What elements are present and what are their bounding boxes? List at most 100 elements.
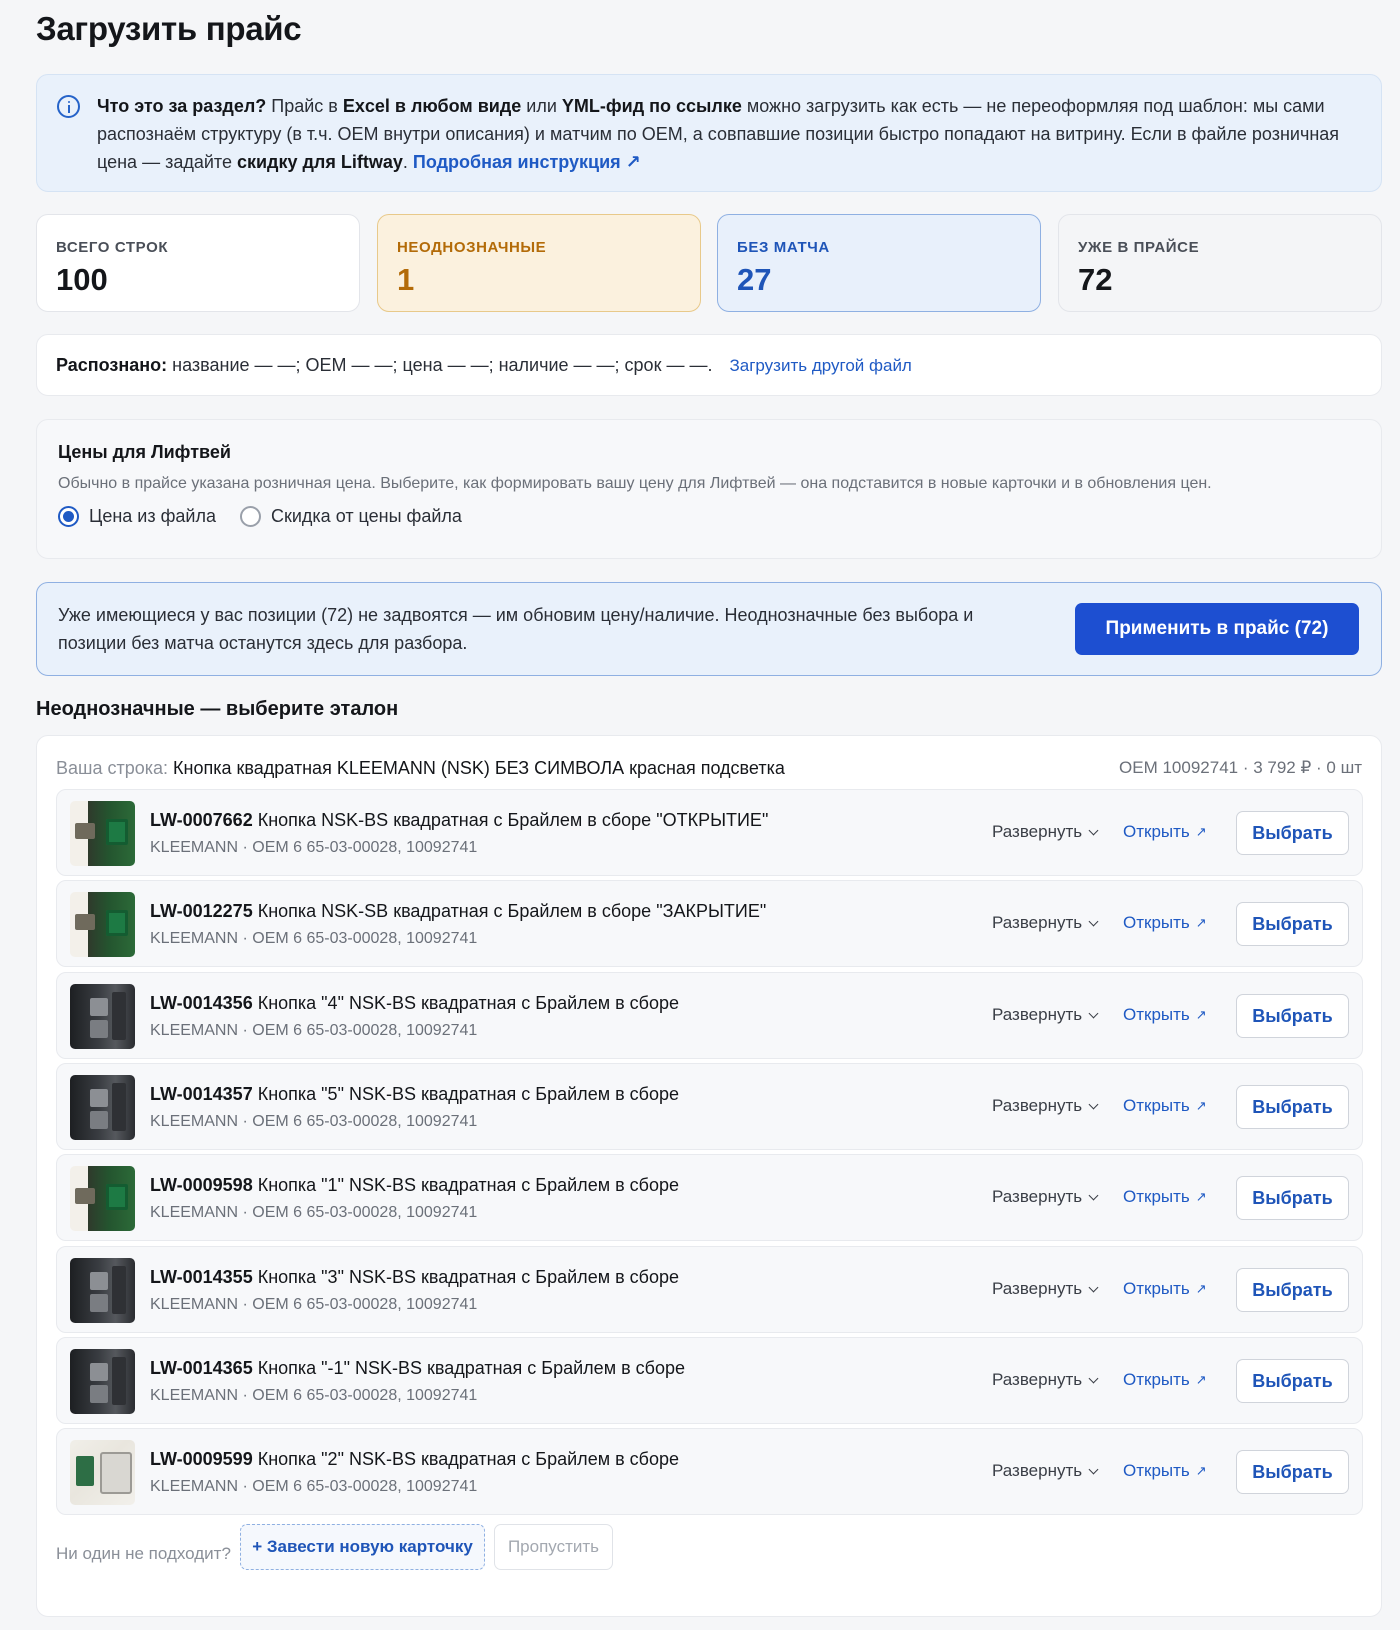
open-link[interactable]: Открыть ↗ [1123, 1187, 1207, 1207]
expand-label: Развернуть [992, 1279, 1083, 1298]
open-link[interactable]: Открыть ↗ [1123, 1096, 1207, 1116]
radio-checked-icon[interactable] [58, 506, 79, 527]
candidate-row: LW-0012275 Кнопка NSK-SB квадратная с Бр… [56, 880, 1363, 967]
expand-label: Развернуть [992, 1096, 1083, 1115]
select-button[interactable]: Выбрать [1236, 902, 1349, 946]
candidate-name: LW-0009599 Кнопка "2" NSK-BS квадратная … [150, 1449, 679, 1470]
chevron-down-icon [1088, 1373, 1099, 1383]
select-button[interactable]: Выбрать [1236, 1085, 1349, 1129]
prices-description: Обычно в прайсе указана розничная цена. … [58, 475, 1212, 492]
expand-button[interactable]: Развернуть [992, 1279, 1099, 1299]
radio-discount-from-file-price[interactable]: Скидка от цены файла [239, 506, 462, 527]
open-link[interactable]: Открыть ↗ [1123, 1279, 1207, 1299]
candidate-code: LW-0014356 [150, 993, 253, 1013]
info-discount: скидку для Liftway [236, 152, 403, 172]
open-label: Открыть [1123, 1279, 1190, 1298]
open-link[interactable]: Открыть ↗ [1123, 1005, 1207, 1025]
select-button[interactable]: Выбрать [1236, 811, 1349, 855]
candidate-code: LW-0009598 [150, 1175, 253, 1195]
chevron-down-icon [1088, 1099, 1099, 1109]
prices-section: Цены для Лифтвей Обычно в прайсе указана… [36, 419, 1382, 559]
none-fits-label: Ни один не подходит? [56, 1544, 231, 1563]
candidate-meta: KLEEMANN · OEM 6 65-03-00028, 10092741 [150, 1478, 478, 1495]
stat-ambiguous[interactable]: НЕОДНОЗНАЧНЫЕ 1 [377, 214, 701, 312]
recognized-label: Распознано: [56, 355, 168, 375]
prices-title: Цены для Лифтвей [58, 442, 231, 462]
open-link[interactable]: Открыть ↗ [1123, 1461, 1207, 1481]
expand-button[interactable]: Развернуть [992, 1370, 1099, 1390]
apply-banner: Уже имеющиеся у вас позиции (72) не задв… [36, 582, 1382, 676]
expand-button[interactable]: Развернуть [992, 1187, 1099, 1207]
chevron-down-icon [1088, 1008, 1099, 1018]
candidate-row: LW-0014356 Кнопка "4" NSK-BS квадратная … [56, 972, 1363, 1059]
candidate-title: Кнопка "1" NSK-BS квадратная с Брайлем в… [252, 1175, 679, 1195]
stat-no-match[interactable]: БЕЗ МАТЧА 27 [717, 214, 1041, 312]
candidate-row: LW-0014365 Кнопка "-1" NSK-BS квадратная… [56, 1337, 1363, 1424]
info-icon [57, 95, 80, 118]
radio-unchecked-icon[interactable] [239, 506, 261, 527]
candidate-title: Кнопка "4" NSK-BS квадратная с Брайлем в… [252, 993, 679, 1013]
candidate-meta: KLEEMANN · OEM 6 65-03-00028, 10092741 [150, 1113, 478, 1130]
expand-button[interactable]: Развернуть [992, 1461, 1099, 1481]
stat-total-rows[interactable]: ВСЕГО СТРОК 100 [36, 214, 360, 312]
open-label: Открыть [1123, 1370, 1190, 1389]
candidate-meta: KLEEMANN · OEM 6 65-03-00028, 10092741 [150, 1022, 478, 1039]
page-title: Загрузить прайс [36, 10, 302, 47]
candidate-meta: KLEEMANN · OEM 6 65-03-00028, 10092741 [150, 839, 478, 856]
expand-button[interactable]: Развернуть [992, 822, 1099, 842]
candidate-title: Кнопка "2" NSK-BS квадратная с Брайлем в… [252, 1449, 679, 1469]
upload-another-file-link[interactable]: Загрузить другой файл [729, 356, 911, 375]
select-button[interactable]: Выбрать [1236, 1450, 1349, 1494]
expand-label: Развернуть [992, 1005, 1083, 1024]
instructions-link[interactable]: Подробная инструкция ↗ [413, 152, 641, 172]
stat-already-in-price[interactable]: УЖЕ В ПРАЙСЕ 72 [1058, 214, 1382, 312]
candidate-name: LW-0014365 Кнопка "-1" NSK-BS квадратная… [150, 1358, 685, 1379]
candidate-code: LW-0014357 [150, 1084, 253, 1104]
external-link-icon: ↗ [1195, 1281, 1207, 1296]
candidate-title: Кнопка NSK-BS квадратная с Брайлем в сбо… [252, 810, 769, 830]
apply-to-price-button[interactable]: Применить в прайс (72) [1075, 603, 1359, 655]
radio-price-from-file[interactable]: Цена из файла [58, 506, 216, 527]
stat-value: 100 [56, 262, 108, 297]
your-row-prefix: Ваша строка: [56, 758, 174, 778]
candidate-code: LW-0012275 [150, 901, 253, 921]
select-button[interactable]: Выбрать [1236, 1268, 1349, 1312]
select-button[interactable]: Выбрать [1236, 1359, 1349, 1403]
chevron-down-icon [1088, 825, 1099, 835]
chevron-down-icon [1088, 1190, 1099, 1200]
recognized-bar: Распознано: название — —; OEM — —; цена … [36, 334, 1382, 396]
open-label: Открыть [1123, 1005, 1190, 1024]
expand-label: Развернуть [992, 1370, 1083, 1389]
radio-label: Цена из файла [89, 506, 216, 526]
external-link-icon: ↗ [1195, 915, 1207, 930]
expand-label: Развернуть [992, 822, 1083, 841]
select-button[interactable]: Выбрать [1236, 1176, 1349, 1220]
expand-label: Развернуть [992, 1461, 1083, 1480]
open-label: Открыть [1123, 1461, 1190, 1480]
candidate-name: LW-0014356 Кнопка "4" NSK-BS квадратная … [150, 993, 679, 1014]
stat-label: УЖЕ В ПРАЙСЕ [1078, 239, 1200, 256]
external-link-icon: ↗ [1195, 1098, 1207, 1113]
expand-button[interactable]: Развернуть [992, 913, 1099, 933]
skip-button[interactable]: Пропустить [494, 1524, 613, 1570]
create-new-card-button[interactable]: + Завести новую карточку [240, 1524, 485, 1570]
product-thumbnail [70, 1440, 135, 1505]
stat-value: 72 [1078, 262, 1113, 297]
open-link[interactable]: Открыть ↗ [1123, 1370, 1207, 1390]
open-label: Открыть [1123, 1096, 1190, 1115]
select-button[interactable]: Выбрать [1236, 994, 1349, 1038]
chevron-down-icon [1088, 916, 1099, 926]
info-banner: Что это за раздел? Прайс в Excel в любом… [36, 74, 1382, 192]
expand-button[interactable]: Развернуть [992, 1096, 1099, 1116]
open-link[interactable]: Открыть ↗ [1123, 822, 1207, 842]
candidate-name: LW-0012275 Кнопка NSK-SB квадратная с Бр… [150, 901, 766, 922]
candidate-row: LW-0014357 Кнопка "5" NSK-BS квадратная … [56, 1063, 1363, 1150]
info-yml: YML-фид по ссылке [561, 96, 742, 116]
open-link[interactable]: Открыть ↗ [1123, 913, 1207, 933]
recognized-text: название — —; OEM — —; цена — —; наличие… [167, 355, 713, 375]
expand-button[interactable]: Развернуть [992, 1005, 1099, 1025]
candidate-row: LW-0014355 Кнопка "3" NSK-BS квадратная … [56, 1246, 1363, 1333]
candidate-name: LW-0014357 Кнопка "5" NSK-BS квадратная … [150, 1084, 679, 1105]
product-thumbnail [70, 1349, 135, 1414]
candidate-title: Кнопка "3" NSK-BS квадратная с Брайлем в… [252, 1267, 679, 1287]
